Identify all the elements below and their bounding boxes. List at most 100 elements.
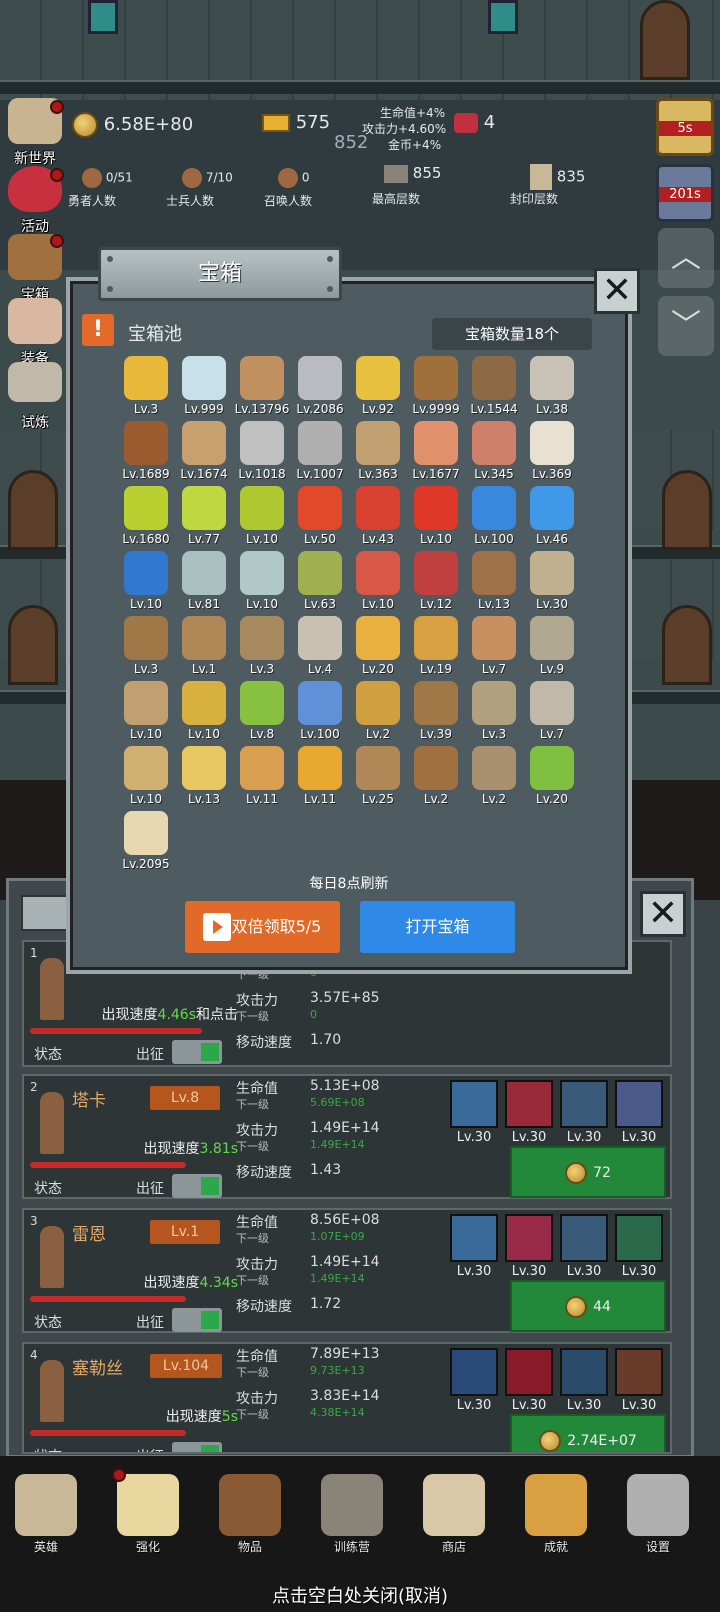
chest-item[interactable]: Lv.43 bbox=[349, 486, 407, 552]
chest-item[interactable]: Lv.39 bbox=[407, 681, 465, 747]
boot-skill-icon[interactable] bbox=[560, 1080, 608, 1128]
nav-gear[interactable]: 设置 bbox=[618, 1474, 698, 1555]
chest-item[interactable]: Lv.2 bbox=[407, 746, 465, 812]
hero-upgrade-button[interactable]: 2.74E+07 bbox=[510, 1414, 666, 1452]
nav-candle[interactable]: 强化 bbox=[108, 1468, 188, 1555]
boot-skill-icon[interactable] bbox=[560, 1214, 608, 1262]
chest-item[interactable]: Lv.13 bbox=[175, 746, 233, 812]
chest-item[interactable]: Lv.100 bbox=[291, 681, 349, 747]
chest-item[interactable]: Lv.11 bbox=[291, 746, 349, 812]
chest-item[interactable]: Lv.9 bbox=[523, 616, 581, 682]
chest-item[interactable]: Lv.7 bbox=[465, 616, 523, 682]
chest-item[interactable]: Lv.2086 bbox=[291, 356, 349, 422]
hero-deploy-toggle[interactable] bbox=[172, 1174, 222, 1198]
nav-book[interactable]: 物品 bbox=[210, 1474, 290, 1555]
chest-item[interactable]: Lv.10 bbox=[349, 551, 407, 617]
hammer-skill-icon[interactable] bbox=[615, 1080, 663, 1128]
sidebar-new-world[interactable]: 新世界 bbox=[4, 98, 66, 167]
chest-item[interactable]: Lv.63 bbox=[291, 551, 349, 617]
chest-item[interactable]: Lv.1007 bbox=[291, 421, 349, 487]
chest-item[interactable]: Lv.77 bbox=[175, 486, 233, 552]
star-shield-skill-icon[interactable] bbox=[450, 1348, 498, 1396]
nav-skull[interactable]: 英雄 bbox=[6, 1474, 86, 1555]
hero-panel-close-button[interactable]: ✕ bbox=[640, 891, 686, 937]
chest-item[interactable]: Lv.3 bbox=[117, 356, 175, 422]
chest-item[interactable]: Lv.1 bbox=[175, 616, 233, 682]
chest-item[interactable]: Lv.1018 bbox=[233, 421, 291, 487]
sidebar-chest[interactable]: 宝箱 bbox=[4, 234, 66, 303]
chest-item[interactable]: Lv.20 bbox=[349, 616, 407, 682]
chest-modal-close-button[interactable]: ✕ bbox=[594, 268, 640, 314]
chest-item[interactable]: Lv.11 bbox=[233, 746, 291, 812]
hero-deploy-toggle[interactable] bbox=[172, 1308, 222, 1332]
item-level: Lv.3 bbox=[481, 727, 507, 741]
axe-skill-icon[interactable] bbox=[450, 1080, 498, 1128]
open-chest-button[interactable]: 打开宝箱 bbox=[360, 901, 515, 953]
chest-item[interactable]: Lv.13796 bbox=[233, 356, 291, 422]
chest-item[interactable]: Lv.10 bbox=[407, 486, 465, 552]
nav-lantern[interactable]: 训练营 bbox=[312, 1474, 392, 1555]
chest-item[interactable]: Lv.999 bbox=[175, 356, 233, 422]
chest-item[interactable]: Lv.10 bbox=[117, 681, 175, 747]
hero-upgrade-button[interactable]: 44 bbox=[510, 1280, 666, 1332]
nav-beer-mug[interactable]: 商店 bbox=[414, 1474, 494, 1555]
beast-skill-icon[interactable] bbox=[615, 1214, 663, 1262]
chest-item[interactable]: Lv.8 bbox=[233, 681, 291, 747]
boost-timer-button[interactable]: 5s bbox=[656, 98, 714, 156]
hero-upgrade-button[interactable]: 72 bbox=[510, 1146, 666, 1198]
monster-skill-icon[interactable] bbox=[505, 1348, 553, 1396]
hero-deploy-toggle[interactable] bbox=[172, 1442, 222, 1452]
chest-item[interactable]: Lv.1689 bbox=[117, 421, 175, 487]
double-claim-button[interactable]: 双倍领取5/5 bbox=[185, 901, 340, 953]
chest-item[interactable]: Lv.369 bbox=[523, 421, 581, 487]
chest-item[interactable]: Lv.3 bbox=[465, 681, 523, 747]
sidebar-equipment[interactable]: 装备 bbox=[4, 298, 66, 367]
chest-item[interactable]: Lv.10 bbox=[175, 681, 233, 747]
chest-item[interactable]: Lv.1680 bbox=[117, 486, 175, 552]
chest-item[interactable]: Lv.2 bbox=[349, 681, 407, 747]
event-timer-button[interactable]: 201s bbox=[656, 164, 714, 222]
chest-item[interactable]: Lv.3 bbox=[233, 616, 291, 682]
sidebar-trial[interactable]: 试炼 bbox=[4, 362, 66, 431]
hero-stat-row: 下一级 5.69E+08 bbox=[236, 1096, 466, 1112]
chest-item[interactable]: Lv.100 bbox=[465, 486, 523, 552]
chest-item[interactable]: Lv.10 bbox=[233, 486, 291, 552]
chest-item[interactable]: Lv.1677 bbox=[407, 421, 465, 487]
chest-item[interactable]: Lv.10 bbox=[117, 746, 175, 812]
chest-item[interactable]: Lv.81 bbox=[175, 551, 233, 617]
chest-item[interactable]: Lv.19 bbox=[407, 616, 465, 682]
chest-item[interactable]: Lv.3 bbox=[117, 616, 175, 682]
sword-skill-icon[interactable] bbox=[450, 1214, 498, 1262]
hero-stat-row: 下一级 1.49E+14 bbox=[236, 1272, 466, 1288]
nav-key[interactable]: 成就 bbox=[516, 1474, 596, 1555]
chest-item[interactable]: Lv.25 bbox=[349, 746, 407, 812]
chest-item[interactable]: Lv.7 bbox=[523, 681, 581, 747]
scroll-up-button[interactable]: ︿ bbox=[658, 228, 714, 288]
chest-item[interactable]: Lv.10 bbox=[233, 551, 291, 617]
chest-item[interactable]: Lv.1674 bbox=[175, 421, 233, 487]
chest-item[interactable]: Lv.20 bbox=[523, 746, 581, 812]
chest-item[interactable]: Lv.13 bbox=[465, 551, 523, 617]
cleave-skill-icon[interactable] bbox=[505, 1080, 553, 1128]
sidebar-activity[interactable]: 活动 bbox=[4, 166, 66, 235]
lantern-skill-icon[interactable] bbox=[615, 1348, 663, 1396]
slash-skill-icon[interactable] bbox=[505, 1214, 553, 1262]
boot-skill-icon[interactable] bbox=[560, 1348, 608, 1396]
chest-item[interactable]: Lv.9999 bbox=[407, 356, 465, 422]
chest-item[interactable]: Lv.1544 bbox=[465, 356, 523, 422]
chest-item[interactable]: Lv.30 bbox=[523, 551, 581, 617]
chest-item[interactable]: Lv.2095 bbox=[117, 811, 175, 877]
chest-item[interactable]: Lv.12 bbox=[407, 551, 465, 617]
item-level: Lv.9 bbox=[539, 662, 565, 676]
chest-item[interactable]: Lv.50 bbox=[291, 486, 349, 552]
hero-deploy-toggle[interactable] bbox=[172, 1040, 222, 1064]
chest-item[interactable]: Lv.46 bbox=[523, 486, 581, 552]
chest-item[interactable]: Lv.363 bbox=[349, 421, 407, 487]
chest-item[interactable]: Lv.38 bbox=[523, 356, 581, 422]
chest-item[interactable]: Lv.345 bbox=[465, 421, 523, 487]
chest-item[interactable]: Lv.2 bbox=[465, 746, 523, 812]
scroll-down-button[interactable]: ﹀ bbox=[658, 296, 714, 356]
chest-item[interactable]: Lv.4 bbox=[291, 616, 349, 682]
chest-item[interactable]: Lv.10 bbox=[117, 551, 175, 617]
chest-item[interactable]: Lv.92 bbox=[349, 356, 407, 422]
